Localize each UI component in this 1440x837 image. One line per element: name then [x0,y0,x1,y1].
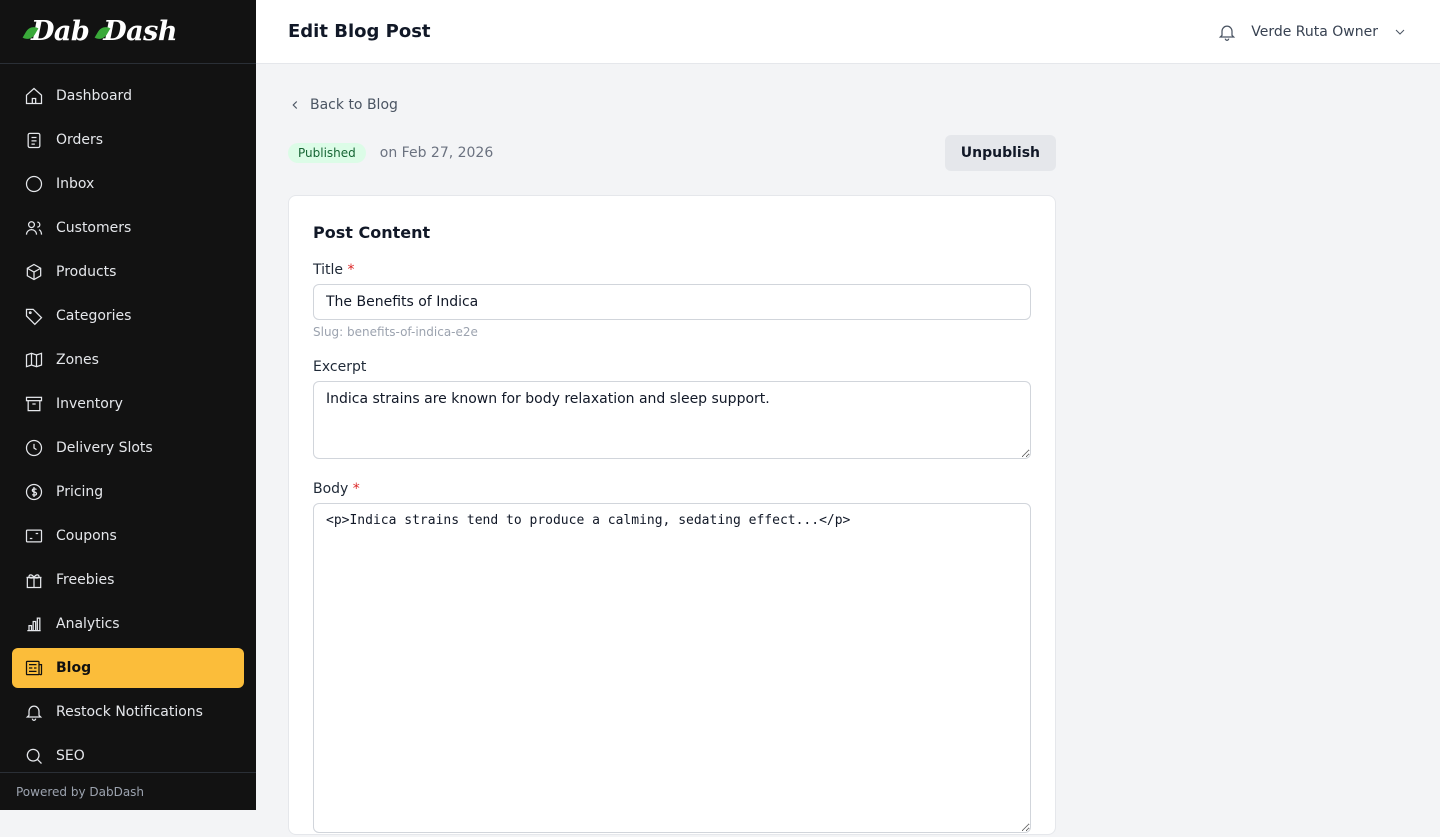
chevron-left-icon [292,101,298,109]
sidebar-item-label: Coupons [56,528,117,544]
archive-icon [25,396,43,412]
sidebar-item-customers[interactable]: Customers [12,208,244,248]
search-icon [26,748,42,764]
topbar: Edit Blog Post Verde Ruta Owner [256,0,1440,64]
sidebar-item-inventory[interactable]: Inventory [12,384,244,424]
body-textarea[interactable]: <p>Indica strains tend to produce a calm… [313,503,1031,833]
sidebar-item-label: Customers [56,220,132,236]
sidebar-item-label: Orders [56,132,104,148]
sidebar: Dab Dash Dashboard Orders Inbox Customers Pr… [0,0,256,810]
sidebar-item-label: SEO [56,748,85,764]
users-icon [25,221,43,235]
logo[interactable]: Dab Dash [0,0,256,64]
bell-icon [25,705,43,721]
excerpt-label: Excerpt [313,359,367,375]
dollar-icon [25,483,43,501]
tag-icon [25,308,43,326]
gift-icon [26,574,42,589]
sidebar-item-label: Restock Notifications [56,704,203,720]
sidebar-item-delivery-slots[interactable]: Delivery Slots [12,428,244,468]
powered-by: Powered by DabDash [0,772,256,810]
user-menu[interactable]: Verde Ruta Owner [1251,24,1378,40]
post-content-card: Post Content Title * Slug: benefits-of-i… [288,195,1056,835]
sidebar-item-label: Dashboard [56,88,132,104]
page-title: Edit Blog Post [288,21,431,42]
sidebar-item-label: Categories [56,308,132,324]
unpublish-button[interactable]: Unpublish [944,135,1056,171]
sidebar-item-label: Products [56,264,117,280]
title-label: Title * [313,262,355,278]
sidebar-item-restock-notifications[interactable]: Restock Notifications [12,692,244,732]
sidebar-item-analytics[interactable]: Analytics [12,604,244,644]
logo-text-1: Dab [31,16,90,47]
sidebar-item-pricing[interactable]: Pricing [12,472,244,512]
clipboard-icon [27,132,41,149]
slug-text: Slug: benefits-of-indica-e2e [313,325,478,339]
sidebar-item-inbox[interactable]: Inbox [12,164,244,204]
sidebar-item-blog[interactable]: Blog [12,648,244,688]
sidebar-item-label: Delivery Slots [56,440,153,456]
ticket-icon [25,529,43,543]
sidebar-nav: Dashboard Orders Inbox Customers Products Cat… [0,64,256,776]
sidebar-item-coupons[interactable]: Coupons [12,516,244,556]
sidebar-item-label: Analytics [56,616,120,632]
card-title: Post Content [313,223,431,242]
logo-text-2: Dash [103,16,177,47]
chart-icon [27,617,41,632]
sidebar-item-dashboard[interactable]: Dashboard [12,76,244,116]
excerpt-textarea[interactable]: Indica strains are known for body relaxa… [313,381,1031,459]
sidebar-item-seo[interactable]: SEO [12,736,244,776]
sidebar-item-freebies[interactable]: Freebies [12,560,244,600]
title-input[interactable] [313,284,1031,320]
published-date: on Feb 27, 2026 [379,145,494,161]
chevron-down-icon[interactable] [1392,22,1408,42]
newspaper-icon [25,660,43,676]
cube-icon [26,263,42,281]
home-icon [25,87,43,105]
body-label: Body * [313,481,360,497]
sidebar-item-label: Pricing [56,484,104,500]
map-icon [25,352,43,368]
sidebar-item-label: Freebies [56,572,115,588]
sidebar-item-label: Zones [56,352,99,368]
bell-icon[interactable] [1217,22,1237,42]
back-to-blog-link[interactable]: Back to Blog [288,97,1056,113]
sidebar-item-label: Inventory [56,396,123,412]
status-badge: Published [288,143,366,163]
sidebar-item-categories[interactable]: Categories [12,296,244,336]
main-content: Back to Blog Published on Feb 27, 2026 U… [288,64,1056,835]
sidebar-item-label: Inbox [56,176,95,192]
sidebar-item-label: Blog [56,660,92,676]
sidebar-item-zones[interactable]: Zones [12,340,244,380]
back-label: Back to Blog [310,97,398,113]
chat-icon [25,175,43,193]
sidebar-item-orders[interactable]: Orders [12,120,244,160]
sidebar-item-products[interactable]: Products [12,252,244,292]
clock-icon [25,439,43,457]
